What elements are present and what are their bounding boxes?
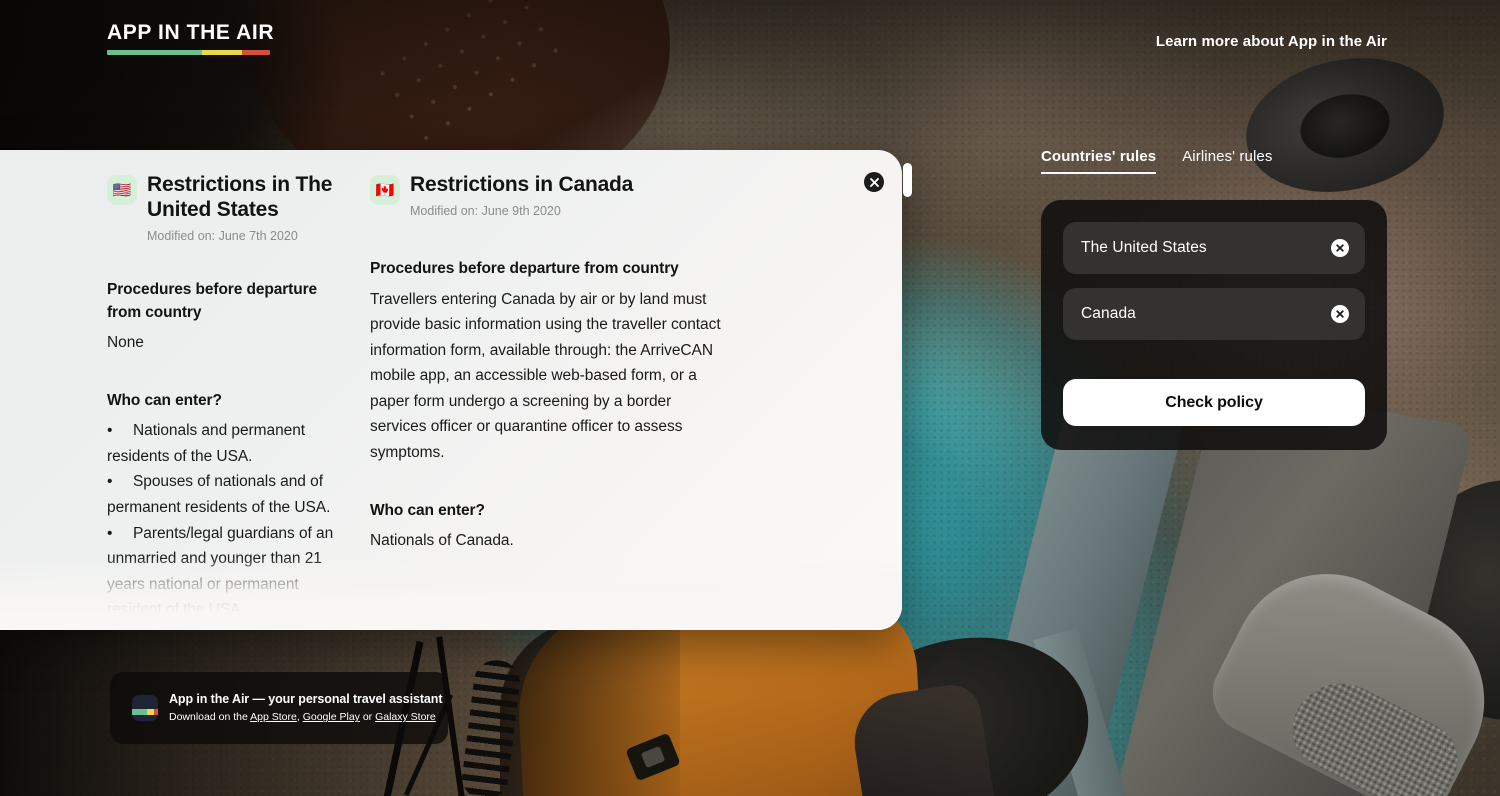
restrictions-columns: 🇺🇸 Restrictions in The United States Mod… — [0, 150, 902, 630]
rules-tabs: Countries' rules Airlines' rules — [1041, 148, 1387, 174]
list-item: Nationals and permanent residents of the… — [107, 418, 352, 469]
column-body: Procedures before departure from country… — [370, 258, 722, 553]
learn-more-link[interactable]: Learn more about App in the Air — [1156, 33, 1387, 50]
column-header: 🇨🇦 Restrictions in Canada Modified on: J… — [370, 172, 722, 219]
flag-icon-us: 🇺🇸 — [107, 175, 137, 205]
country-field-value: The United States — [1081, 239, 1207, 256]
logo-text: APP IN THE AIR — [107, 21, 275, 44]
clear-icon[interactable] — [1331, 239, 1349, 257]
app-store-link[interactable]: App Store — [250, 711, 297, 723]
logo-stripe-yellow — [201, 50, 243, 55]
list-item: Parents/legal guardians of an unmarried … — [107, 521, 352, 623]
check-policy-button[interactable]: Check policy — [1063, 379, 1365, 426]
app-banner-subtitle: Download on the App Store, Google Play o… — [169, 710, 442, 724]
section-heading: Procedures before departure from country — [370, 260, 679, 278]
section-bullet-list: Nationals and permanent residents of the… — [107, 418, 352, 623]
section-heading: Procedures before departure from country — [107, 281, 318, 321]
page-root: APP IN THE AIR Learn more about App in t… — [0, 0, 1500, 796]
download-prefix: Download on the — [169, 711, 251, 724]
tab-countries-rules[interactable]: Countries' rules — [1041, 148, 1157, 174]
country-selector-card: The United States Canada Check policy — [1041, 200, 1387, 450]
close-icon[interactable] — [864, 172, 884, 192]
country-field-destination[interactable]: Canada — [1063, 288, 1365, 340]
restrictions-column-united-states: 🇺🇸 Restrictions in The United States Mod… — [0, 150, 370, 630]
column-title: Restrictions in Canada — [410, 173, 634, 196]
restrictions-column-canada: 🇨🇦 Restrictions in Canada Modified on: J… — [370, 150, 740, 630]
section-heading: Who can enter? — [107, 391, 222, 409]
clear-icon[interactable] — [1331, 305, 1349, 323]
restrictions-result-panel: 🇺🇸 Restrictions in The United States Mod… — [0, 150, 902, 630]
country-field-value: Canada — [1081, 305, 1136, 322]
column-title: Restrictions in The United States — [147, 173, 333, 222]
section-text: Travellers entering Canada by air or by … — [370, 290, 721, 462]
section-text: Nationals of Canada. — [370, 532, 514, 550]
section-text: None — [107, 334, 144, 352]
logo[interactable]: APP IN THE AIR — [107, 21, 275, 55]
app-icon-stripe-red — [153, 709, 158, 715]
list-item: Spouses of nationals and of permanent re… — [107, 469, 352, 520]
site-header: APP IN THE AIR Learn more about App in t… — [0, 0, 1500, 88]
app-icon — [132, 695, 158, 721]
google-play-link[interactable]: Google Play — [303, 711, 360, 723]
column-modified-date: Modified on: June 7th 2020 — [147, 229, 298, 244]
column-header: 🇺🇸 Restrictions in The United States Mod… — [107, 172, 352, 244]
page-scrollbar-thumb[interactable] — [903, 163, 912, 197]
app-icon-stripe — [132, 709, 158, 715]
galaxy-store-link[interactable]: Galaxy Store — [375, 711, 436, 723]
app-icon-stripe-green — [132, 709, 148, 715]
link-separator: or — [359, 711, 376, 724]
logo-stripe — [107, 50, 270, 55]
app-download-banner: App in the Air — your personal travel as… — [110, 672, 448, 744]
country-field-origin[interactable]: The United States — [1063, 222, 1365, 274]
section-heading: Who can enter? — [370, 501, 485, 519]
tab-airlines-rules[interactable]: Airlines' rules — [1182, 148, 1272, 174]
column-modified-date: Modified on: June 9th 2020 — [410, 204, 561, 219]
app-banner-text: App in the Air — your personal travel as… — [169, 691, 442, 724]
logo-stripe-red — [242, 50, 270, 55]
logo-stripe-green — [107, 50, 202, 55]
flag-icon-ca: 🇨🇦 — [370, 175, 400, 205]
policy-checker: Countries' rules Airlines' rules The Uni… — [1041, 148, 1387, 450]
column-body: Procedures before departure from country… — [107, 279, 352, 622]
app-banner-title: App in the Air — your personal travel as… — [169, 692, 443, 707]
